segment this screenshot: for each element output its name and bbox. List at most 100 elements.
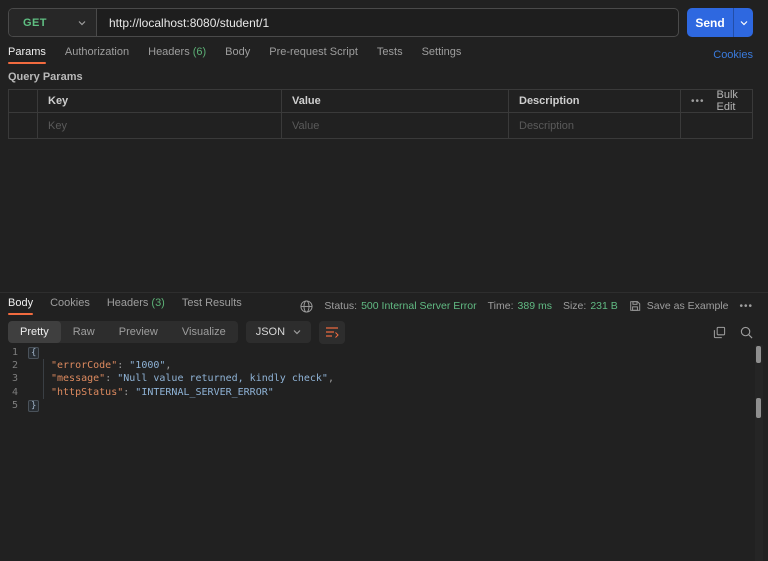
select-all-cell xyxy=(9,90,38,112)
tab-headers-count: (6) xyxy=(192,45,207,58)
view-mode-segments: Pretty Raw Preview Visualize xyxy=(8,321,238,343)
save-icon xyxy=(630,301,640,311)
response-more-icon[interactable]: ••• xyxy=(739,301,753,312)
code-line: 2 "errorCode": "1000", xyxy=(0,359,752,372)
url-input[interactable] xyxy=(97,9,678,36)
query-params-title: Query Params xyxy=(8,71,83,83)
token-punc: , xyxy=(327,373,334,385)
response-tab-test-results[interactable]: Test Results xyxy=(182,297,242,315)
size-label: Size: xyxy=(562,300,587,312)
line-number: 5 xyxy=(11,399,18,411)
key-input[interactable]: Key xyxy=(38,113,282,138)
send-button-label: Send xyxy=(695,15,725,30)
scrollbar-thumb-outer[interactable] xyxy=(756,346,761,363)
tab-params[interactable]: Params xyxy=(8,46,46,64)
network-globe-icon[interactable] xyxy=(300,299,313,313)
view-pretty[interactable]: Pretty xyxy=(8,321,61,343)
request-tabs: Params Authorization Headers (6) Body Pre… xyxy=(8,44,753,65)
response-view-bar: Pretty Raw Preview Visualize JSON xyxy=(8,320,753,344)
chevron-down-icon xyxy=(293,330,301,335)
line-number: 3 xyxy=(11,373,18,385)
beautify-button[interactable] xyxy=(319,320,346,344)
status-value: 500 Internal Server Error xyxy=(361,300,477,312)
response-tab-headers-label: Headers xyxy=(106,297,149,309)
language-select[interactable]: JSON xyxy=(245,321,312,343)
send-button[interactable]: Send xyxy=(687,8,753,37)
time-indicator: Time: 389 ms xyxy=(488,300,552,312)
row-checkbox-cell xyxy=(9,113,38,138)
bulk-edit-button[interactable]: Bulk Edit xyxy=(717,90,742,112)
query-params-header-row: Key Value Description ••• Bulk Edit xyxy=(9,90,752,113)
response-body-editor[interactable]: 1{2 "errorCode": "1000", 3 "message": "Null… xyxy=(0,346,752,412)
copy-icon[interactable] xyxy=(713,326,726,339)
tab-pre-request-script[interactable]: Pre-request Script xyxy=(269,46,358,64)
scrollbar-track xyxy=(755,345,763,561)
token-punc: : xyxy=(117,360,130,372)
postman-app: GET Send Params Authorization Headers(6)… xyxy=(0,0,768,561)
line-content: "httpStatus": "INTERNAL_SERVER_ERROR" xyxy=(27,386,274,399)
description-input[interactable]: Description xyxy=(509,113,681,138)
token-punc: , xyxy=(165,360,172,372)
code-line: 1{ xyxy=(0,346,752,359)
cookies-link[interactable]: Cookies xyxy=(713,49,753,61)
line-content: "errorCode": "1000", xyxy=(27,359,171,372)
response-tab-cookies[interactable]: Cookies xyxy=(50,297,90,315)
response-tab-body[interactable]: Body xyxy=(8,297,34,315)
search-icon[interactable] xyxy=(740,326,753,339)
size-indicator: Size: 231 B xyxy=(563,300,618,312)
time-label: Time: xyxy=(487,300,514,312)
time-value: 389 ms xyxy=(517,300,552,312)
column-header-value: Value xyxy=(282,90,509,112)
token-string: "INTERNAL_SERVER_ERROR" xyxy=(135,386,274,398)
code-line: 4 "httpStatus": "INTERNAL_SERVER_ERROR" xyxy=(0,386,752,399)
code-line: 5} xyxy=(0,399,752,412)
response-header: Body Cookies Headers (3) Test Results Sta… xyxy=(0,292,768,315)
token-brace: { xyxy=(28,347,40,359)
beautify-icon xyxy=(326,327,339,338)
indent-guide xyxy=(43,359,44,399)
chevron-down-icon xyxy=(78,19,86,27)
line-number: 1 xyxy=(11,347,18,358)
code-line: 3 "message": "Null value returned, kindly… xyxy=(0,372,752,385)
status-label: Status: xyxy=(324,300,358,312)
language-select-value: JSON xyxy=(255,326,286,338)
url-box: GET xyxy=(8,8,679,37)
tab-headers[interactable]: Headers (6) xyxy=(148,46,206,64)
tab-body[interactable]: Body xyxy=(225,46,250,64)
params-header-actions: ••• Bulk Edit xyxy=(681,90,752,112)
column-header-description: Description xyxy=(509,90,681,112)
scrollbar-thumb-inner[interactable] xyxy=(756,398,761,418)
view-raw[interactable]: Raw xyxy=(61,321,107,343)
tab-tests[interactable]: Tests xyxy=(377,46,403,64)
size-value: 231 B xyxy=(590,300,618,312)
row-actions-cell xyxy=(681,113,752,138)
token-key: "message" xyxy=(51,373,106,385)
response-tabs: Body Cookies Headers (3) Test Results xyxy=(8,297,242,315)
send-options-caret[interactable] xyxy=(733,8,753,37)
request-tabs-list: Params Authorization Headers (6) Body Pre… xyxy=(8,46,461,64)
save-as-example-button[interactable]: Save as Example xyxy=(629,300,728,312)
tab-authorization[interactable]: Authorization xyxy=(65,46,129,64)
params-more-icon[interactable]: ••• xyxy=(691,96,705,107)
line-content: } xyxy=(27,399,40,412)
column-header-key: Key xyxy=(38,90,282,112)
token-key: "httpStatus" xyxy=(51,386,124,398)
view-bar-right xyxy=(713,326,753,339)
tab-headers-label: Headers xyxy=(148,45,190,58)
token-string: "1000" xyxy=(129,360,166,372)
token-string: "Null value returned, kindly check" xyxy=(117,373,328,385)
method-select[interactable]: GET xyxy=(9,9,97,36)
method-label: GET xyxy=(23,16,47,29)
tab-settings[interactable]: Settings xyxy=(422,46,462,64)
value-input[interactable]: Value xyxy=(282,113,509,138)
line-content: { xyxy=(27,346,40,359)
view-visualize[interactable]: Visualize xyxy=(170,321,238,343)
token-brace: } xyxy=(28,399,40,412)
line-number: 2 xyxy=(11,360,18,372)
view-preview[interactable]: Preview xyxy=(107,321,170,343)
response-meta: Status: 500 Internal Server Error Time: … xyxy=(300,299,753,313)
line-content: "message": "Null value returned, kindly … xyxy=(27,372,334,385)
token-key: "errorCode" xyxy=(51,360,118,372)
line-number: 4 xyxy=(11,386,18,398)
response-tab-headers[interactable]: Headers (3) xyxy=(107,297,165,315)
